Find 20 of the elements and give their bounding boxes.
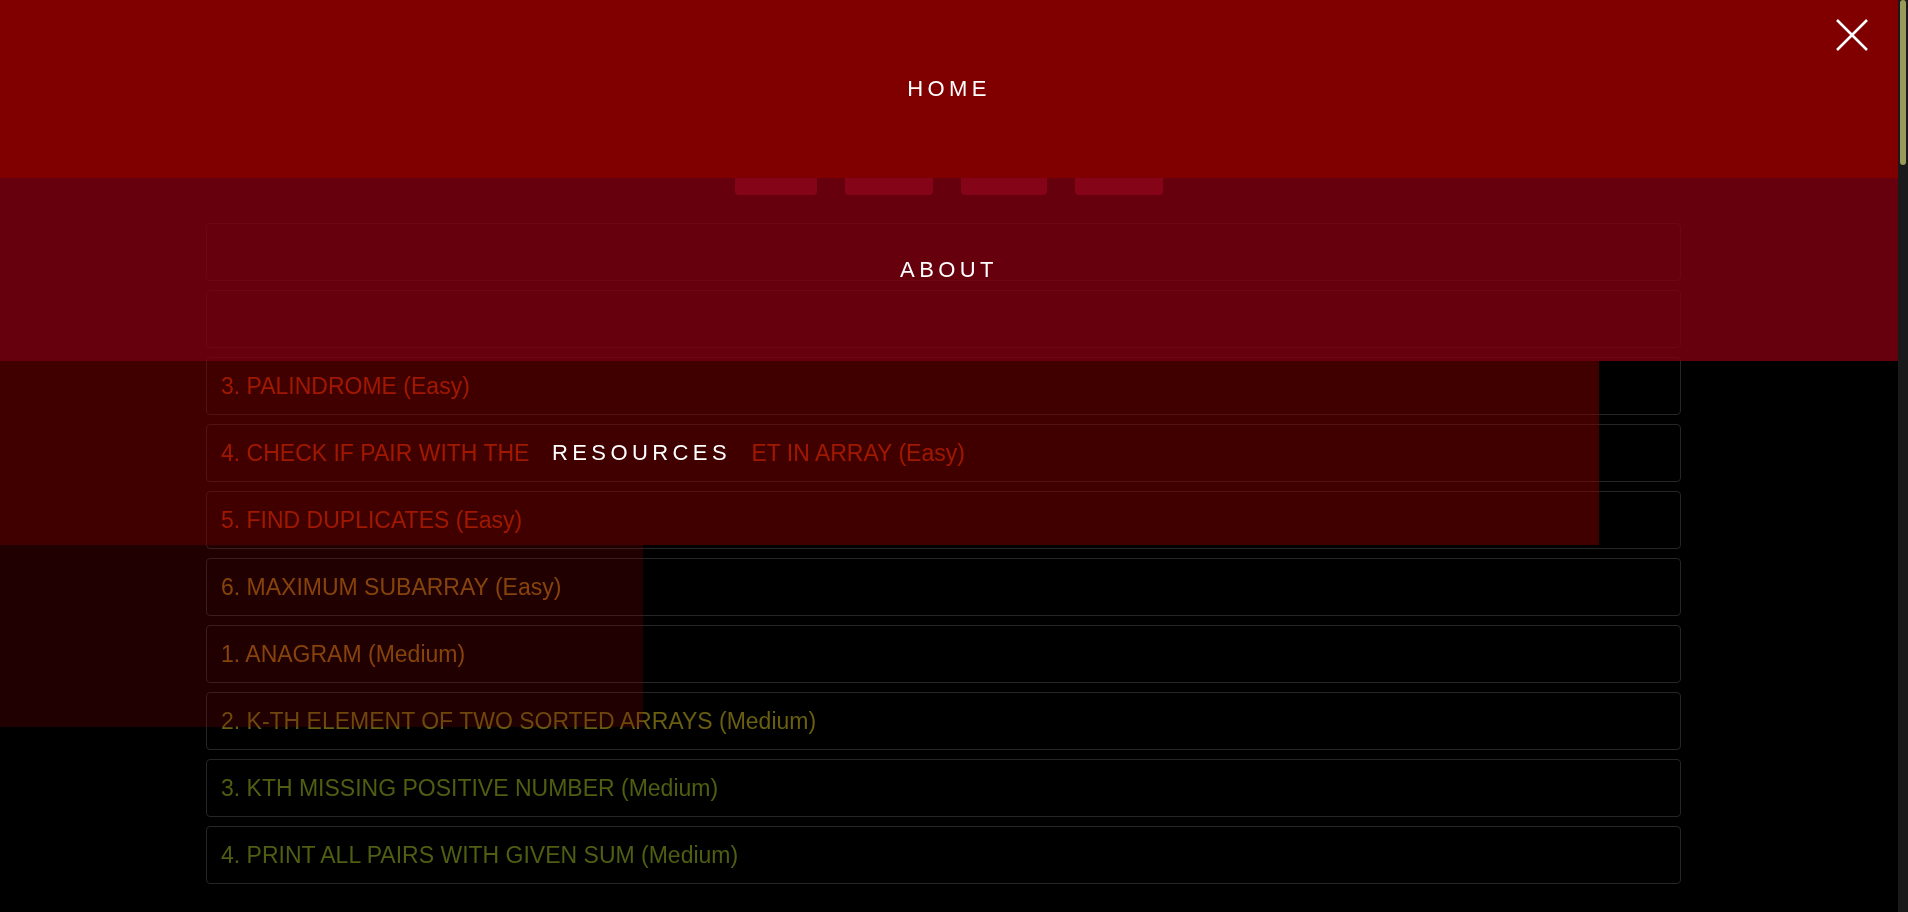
scrollbar[interactable] xyxy=(1898,0,1908,912)
problem-title: 5. FIND DUPLICATES (Easy) xyxy=(221,505,523,535)
problem-card[interactable]: 3. KTH MISSING POSITIVE NUMBER (Medium) xyxy=(206,759,1681,817)
problem-card[interactable]: 5. FIND DUPLICATES (Easy) xyxy=(206,491,1681,549)
scrollbar-thumb[interactable] xyxy=(1900,0,1906,165)
menu-link[interactable]: HOME xyxy=(903,74,995,104)
problem-title: 3. KTH MISSING POSITIVE NUMBER (Medium) xyxy=(221,773,719,803)
problem-title: 4. CHECK IF PAIR WITH THE xyxy=(221,438,530,468)
problem-title: 6. MAXIMUM SUBARRAY (Easy) xyxy=(221,572,562,602)
problem-title: 1. ANAGRAM (Medium) xyxy=(221,639,466,669)
problem-card[interactable]: 1. ANAGRAM (Medium) xyxy=(206,625,1681,683)
problem-title: 3. PALINDROME (Easy) xyxy=(221,371,470,401)
close-icon[interactable] xyxy=(1834,17,1870,53)
problem-card[interactable]: 4. PRINT ALL PAIRS WITH GIVEN SUM (Medium) xyxy=(206,826,1681,884)
problem-card[interactable]: 2. K-TH ELEMENT OF TWO SORTED ARRAYS (Medium) xyxy=(206,692,1681,750)
problem-title: ET IN ARRAY (Easy) xyxy=(751,438,965,468)
problem-title: 4. PRINT ALL PAIRS WITH GIVEN SUM (Medium) xyxy=(221,840,739,870)
problem-title: 2. K-TH ELEMENT OF TWO SORTED ARRAYS (Medium) xyxy=(221,706,817,736)
menu-link[interactable]: ABOUT xyxy=(896,254,1002,285)
problem-card[interactable]: 6. MAXIMUM SUBARRAY (Easy) xyxy=(206,558,1681,616)
